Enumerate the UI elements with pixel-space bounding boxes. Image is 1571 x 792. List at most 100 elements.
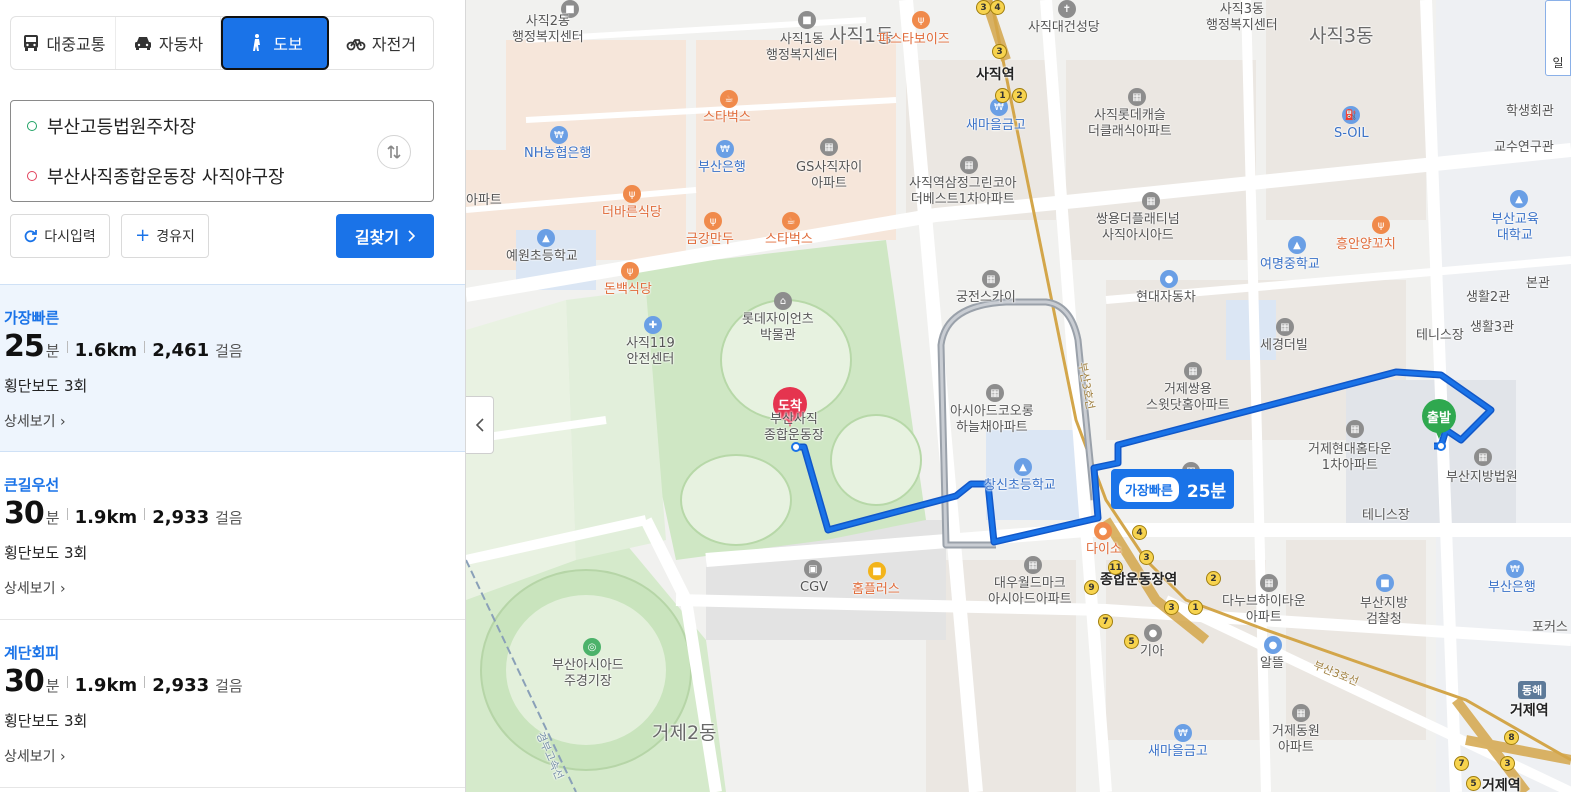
poi-geumgang[interactable]: 금강만두: [686, 232, 734, 248]
map-layer-control[interactable]: 일: [1545, 0, 1571, 76]
station-label-geoje-2[interactable]: 거제역: [1482, 778, 1521, 792]
poi-tennis-1[interactable]: 테니스장: [1416, 328, 1464, 344]
search-label: 길찾기: [354, 228, 400, 247]
poi-daiso[interactable]: 다이소: [1086, 542, 1122, 558]
poi-yeomyeong-school[interactable]: 여명중학교: [1260, 257, 1320, 273]
poi-gs-apt[interactable]: GS사직자이 아파트: [796, 160, 862, 192]
detail-label: 상세보기: [4, 414, 56, 430]
poi-busan-edu-univ[interactable]: 부산교육 대학교: [1491, 212, 1539, 244]
route-option-fastest[interactable]: 가장빠른 25 분 1.6km 2,461 걸음 횡단보도 3회 상세보기 ›: [0, 284, 465, 452]
poi-homeplus[interactable]: 홈플러스: [852, 582, 900, 598]
poi-lotte-castle[interactable]: 사직롯데캐슬 더클래식아파트: [1088, 108, 1172, 140]
apartment-icon: ▦: [1142, 192, 1160, 210]
poi-samjeong-apt[interactable]: 사직역삼정그린코아 더베스트1차아파트: [909, 176, 1017, 208]
poi-changsin-school[interactable]: 창신초등학교: [984, 478, 1056, 494]
steps-unit: 걸음: [215, 342, 243, 360]
tab-bicycle[interactable]: 자전거: [329, 17, 433, 69]
route-inputs: [10, 100, 434, 202]
distance-value: 1.6km: [74, 340, 138, 361]
directions-panel: 대중교통 자동차 도보 자전거 부산고등법원주차장 부산사직종합운동장 사직야구…: [0, 0, 466, 792]
bank-icon: ₩: [1174, 724, 1192, 742]
poi-danubu-hitown[interactable]: 다누브하이타운 아파트: [1222, 594, 1306, 626]
crosswalk-count: 횡단보도 3회: [4, 544, 88, 562]
poi-geoje-ssangyong[interactable]: 거제쌍용 스윗닷홈아파트: [1146, 382, 1230, 414]
poi-busan-bank[interactable]: 부산은행: [698, 160, 746, 176]
tab-public-transit[interactable]: 대중교통: [11, 17, 116, 69]
fire-station-icon: ✚: [644, 316, 662, 334]
route-option-stats: 30 분 1.9km 2,933 걸음: [4, 496, 243, 531]
find-route-button[interactable]: 길찾기: [336, 214, 434, 258]
poi-prosecutor-office[interactable]: 부산지방 검찰청: [1360, 596, 1408, 628]
poi-busan-district-court[interactable]: 부산지방법원: [1446, 470, 1518, 486]
poi-lotte-giants-museum[interactable]: 롯데자이언츠 박물관: [742, 312, 814, 344]
poi-sajik-church[interactable]: 사직대건성당: [1028, 20, 1100, 36]
poi-sajik3-center[interactable]: 사직3동 행정복지센터: [1206, 2, 1278, 34]
exit-badge: 2: [1206, 571, 1221, 586]
poi-saemaul-2[interactable]: 새마을금고: [1148, 744, 1208, 760]
poi-professor-hall[interactable]: 교수연구관: [1494, 140, 1554, 156]
poi-kia[interactable]: 기아: [1140, 644, 1164, 660]
poi-safety-119[interactable]: 사직119 안전센터: [626, 336, 675, 368]
poi-nh-bank[interactable]: NH농협은행: [524, 146, 591, 162]
poi-ssangyong-platinum[interactable]: 쌍용더플래티넘 사직아시아드: [1096, 212, 1180, 244]
station-label-geoje[interactable]: 거제역: [1510, 703, 1549, 719]
poi-geoje-hyundai[interactable]: 거제현대홈타운 1차아파트: [1308, 442, 1392, 474]
detail-link[interactable]: 상세보기 ›: [4, 746, 66, 766]
poi-asiad-coolong[interactable]: 아시아드코오롱 하늘채아파트: [950, 404, 1034, 436]
divider: [144, 340, 146, 353]
exit-badge: 7: [1098, 614, 1113, 629]
swap-button[interactable]: [377, 135, 411, 169]
poi-soil[interactable]: S-OIL: [1334, 126, 1369, 142]
poi-yewon-school[interactable]: 예원초등학교: [506, 249, 578, 265]
apartment-icon: ▦: [820, 138, 838, 156]
poi-gungjeon-sky[interactable]: 궁전스카이: [956, 290, 1016, 306]
distance-value: 1.9km: [74, 675, 138, 696]
poi-saemaul-1[interactable]: 새마을금고: [966, 118, 1026, 134]
origin-pin[interactable]: 출발: [1422, 399, 1456, 443]
detail-link[interactable]: 상세보기 ›: [4, 578, 66, 598]
poi-main-building[interactable]: 본관: [1526, 276, 1550, 292]
station-label-sajik[interactable]: 사직역: [976, 67, 1015, 83]
poi-asiad-main-stadium[interactable]: 부산아시아드 주경기장: [552, 658, 624, 690]
exit-badge: 11: [1108, 560, 1123, 575]
poi-sajik-stadium[interactable]: 부산사직 종합운동장: [764, 412, 824, 444]
poi-deobareun[interactable]: 더바른식당: [602, 205, 662, 221]
map-view[interactable]: 사직1동 사직3동 거제2동 사직역 종합운동장역 거제역 거제역 ■ 사직2동…: [466, 0, 1571, 792]
poi-sajik2-center[interactable]: 사직2동 행정복지센터: [512, 14, 584, 46]
government-icon: ■: [1376, 574, 1394, 592]
poi-cgv[interactable]: CGV: [800, 580, 828, 596]
poi-hyundai-car[interactable]: 현대자동차: [1136, 290, 1196, 306]
tab-walk[interactable]: 도보: [221, 16, 329, 70]
poi-sajik1-center[interactable]: 사직1동 행정복지센터: [766, 32, 838, 64]
poi-albam[interactable]: 알뜰: [1260, 656, 1284, 672]
poi-tennis-2[interactable]: 테니스장: [1362, 508, 1410, 524]
poi-student-hall[interactable]: 학생회관: [1506, 104, 1554, 120]
detail-link[interactable]: 상세보기 ›: [4, 411, 66, 431]
poi-starbucks-2[interactable]: 스타벅스: [765, 232, 813, 248]
poi-apartment-left[interactable]: 아파트: [466, 193, 502, 209]
poi-donbaek[interactable]: 돈백식당: [604, 282, 652, 298]
add-waypoint-button[interactable]: + 경유지: [121, 214, 209, 258]
poi-seil-the-vill[interactable]: 세경더빌: [1260, 338, 1308, 354]
poi-daewoo-worldmark[interactable]: 대우월드마크 아시아드아파트: [988, 576, 1072, 608]
poi-life3[interactable]: 생활3관: [1470, 320, 1514, 336]
poi-focus[interactable]: 포커스: [1532, 620, 1568, 636]
route-option-stats: 30 분 1.9km 2,933 걸음: [4, 664, 243, 699]
steps-unit: 걸음: [215, 509, 243, 527]
route-option-avoid-stairs[interactable]: 계단회피 30 분 1.9km 2,933 걸음 횡단보도 3회 상세보기 ›: [0, 620, 465, 788]
origin-input[interactable]: [47, 115, 347, 137]
apartment-icon: ▦: [1184, 362, 1202, 380]
school-icon: ▲: [537, 229, 555, 247]
route-time-badge[interactable]: 가장빠른 25분: [1111, 469, 1235, 509]
poi-pasta[interactable]: 파스타보이즈: [878, 32, 950, 48]
route-option-main-road[interactable]: 큰길우선 30 분 1.9km 2,933 걸음 횡단보도 3회 상세보기 ›: [0, 452, 465, 620]
poi-life2[interactable]: 생활2관: [1466, 290, 1510, 306]
poi-busan-bank-2[interactable]: 부산은행: [1488, 580, 1536, 596]
poi-geoje-dongwon[interactable]: 거제동원 아파트: [1272, 724, 1320, 756]
reset-button[interactable]: 다시입력: [10, 214, 110, 258]
destination-input[interactable]: [47, 165, 347, 187]
tab-car[interactable]: 자동차: [116, 17, 221, 69]
collapse-panel-button[interactable]: [466, 396, 494, 454]
poi-heungan[interactable]: 흥안양꼬치: [1336, 237, 1396, 253]
poi-starbucks-1[interactable]: 스타벅스: [703, 110, 751, 126]
